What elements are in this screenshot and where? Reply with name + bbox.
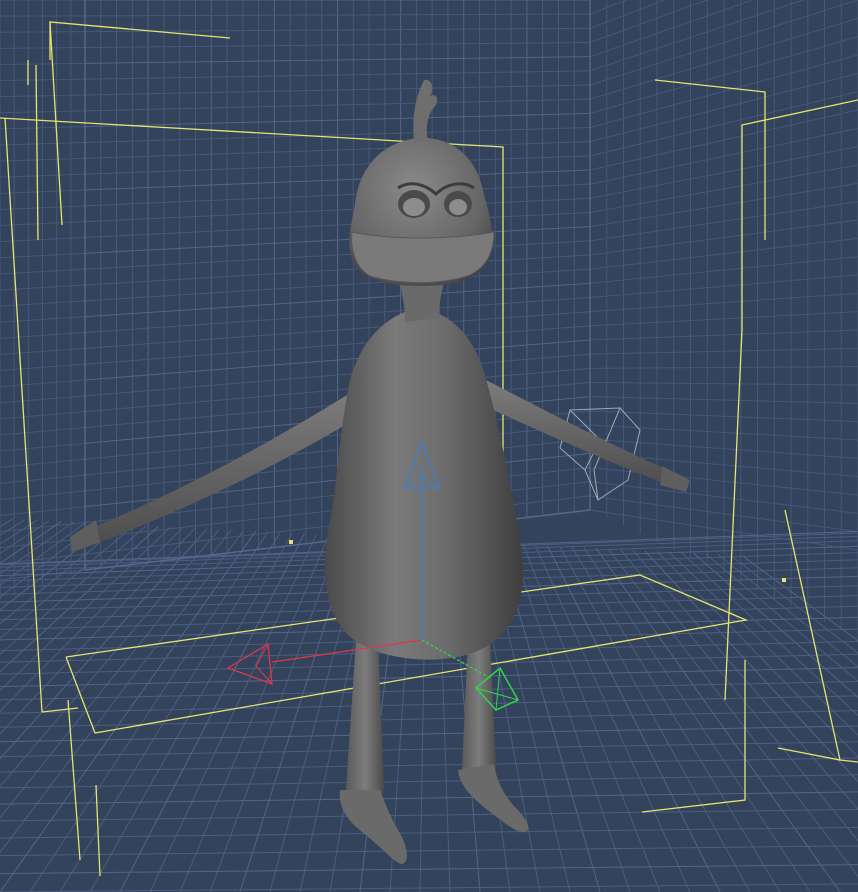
right-leg [462,640,496,780]
left-eyeball [403,198,425,216]
right-eyeball [449,199,467,215]
grid-line [0,31,86,33]
3d-viewport[interactable] [0,0,858,892]
viewport-canvas[interactable] [0,0,858,892]
